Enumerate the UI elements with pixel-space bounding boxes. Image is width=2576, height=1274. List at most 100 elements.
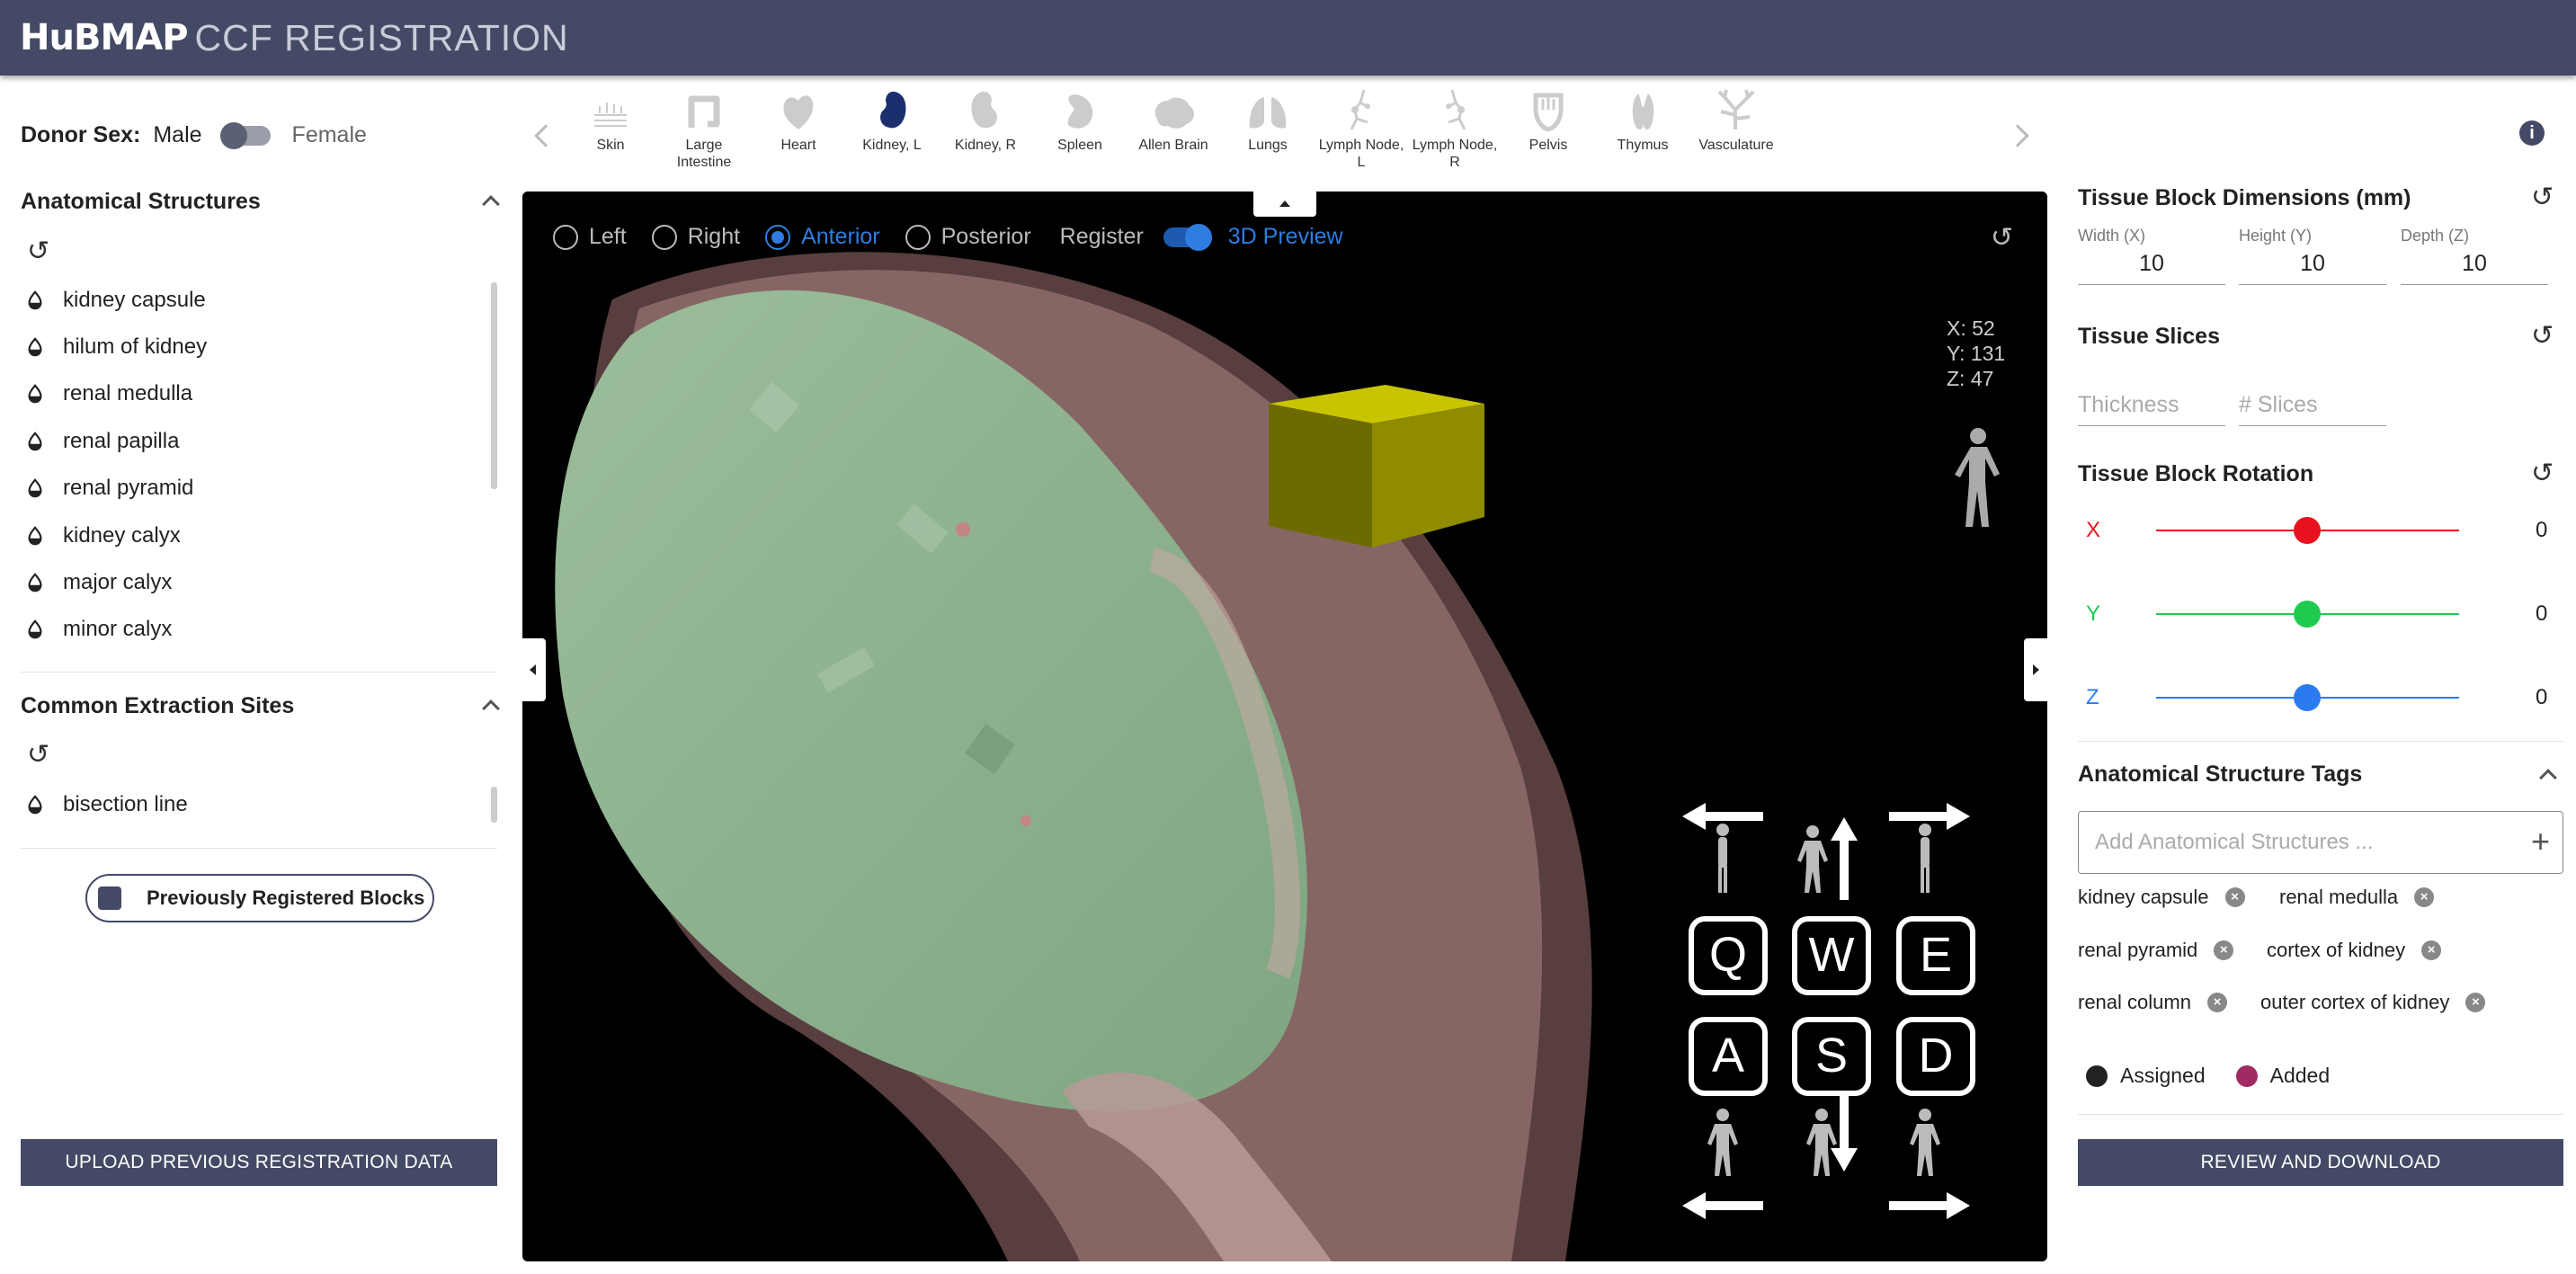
collapse-tags-icon[interactable] — [2539, 769, 2557, 787]
collapse-extraction-icon[interactable] — [482, 699, 500, 717]
organ-lymph-node-r[interactable]: Lymph Node, R — [1410, 86, 1500, 171]
list-item[interactable]: renal pyramid — [25, 476, 193, 501]
collapse-left-tab[interactable] — [522, 638, 546, 701]
structure-tag: outer cortex of kidney × — [2260, 991, 2486, 1014]
organ-label: Large Intestine — [676, 138, 732, 170]
width-value[interactable]: 10 — [2078, 245, 2225, 285]
reset-dimensions-icon[interactable]: ↺ — [2531, 182, 2554, 213]
reset-extraction-icon[interactable]: ↺ — [27, 739, 49, 771]
body-orientation-icon — [1955, 428, 2000, 527]
review-download-button[interactable]: REVIEW AND DOWNLOAD — [2078, 1139, 2563, 1186]
collapse-top-tab[interactable] — [1253, 192, 1316, 217]
list-item[interactable]: major calyx — [25, 570, 172, 595]
depth-field[interactable]: Depth (Z) 10 — [2401, 227, 2548, 285]
anatomical-structures-heading[interactable]: Anatomical Structures — [21, 189, 261, 215]
organ-allen-brain[interactable]: Allen Brain — [1128, 86, 1218, 154]
reset-rotation-icon[interactable]: ↺ — [2531, 458, 2554, 489]
remove-tag-icon[interactable]: × — [2206, 993, 2227, 1012]
height-field[interactable]: Height (Y) 10 — [2239, 227, 2386, 285]
view-right-option[interactable]: Right — [651, 224, 740, 250]
organ-kidney-l[interactable]: Kidney, L — [847, 86, 937, 154]
opacity-icon[interactable] — [25, 290, 45, 310]
extraction-sites-heading[interactable]: Common Extraction Sites — [21, 693, 294, 719]
hubmap-logo[interactable]: HuBMAP — [20, 17, 189, 58]
upload-registration-button[interactable]: UPLOAD PREVIOUS REGISTRATION DATA — [21, 1139, 497, 1186]
organ-skin[interactable]: Skin — [566, 86, 655, 154]
anatomical-scrollbar[interactable] — [491, 282, 497, 489]
list-item[interactable]: kidney calyx — [25, 523, 181, 548]
opacity-icon[interactable] — [25, 337, 45, 357]
collapse-right-tab[interactable] — [2024, 638, 2047, 701]
structure-label: minor calyx — [63, 617, 173, 641]
rotation-y-thumb[interactable] — [2294, 601, 2321, 628]
thymus-icon — [1598, 86, 1688, 131]
list-item[interactable]: bisection line — [25, 792, 188, 817]
opacity-icon[interactable] — [25, 795, 45, 815]
slices-input[interactable]: # Slices — [2239, 392, 2386, 426]
organ-heart[interactable]: Heart — [753, 86, 843, 154]
extraction-scrollbar[interactable] — [491, 787, 497, 823]
opacity-icon[interactable] — [25, 432, 45, 451]
organ-vasculature[interactable]: Vasculature — [1691, 86, 1781, 154]
brain-icon — [1128, 86, 1218, 131]
view-left-option[interactable]: Left — [553, 224, 627, 250]
organ-pelvis[interactable]: Pelvis — [1503, 86, 1593, 154]
organ-thymus[interactable]: Thymus — [1598, 86, 1688, 154]
female-option[interactable]: Female — [292, 122, 367, 148]
list-item[interactable]: minor calyx — [25, 617, 172, 642]
collapse-anatomical-icon[interactable] — [482, 195, 500, 213]
key-a[interactable]: A — [1689, 1017, 1768, 1096]
reset-view-icon[interactable]: ↺ — [1991, 222, 2013, 254]
preview-toggle[interactable] — [1163, 223, 1212, 251]
key-e[interactable]: E — [1896, 916, 1975, 995]
opacity-icon[interactable] — [25, 573, 45, 592]
donor-sex-toggle[interactable] — [219, 121, 271, 149]
reset-anatomical-icon[interactable]: ↺ — [27, 236, 49, 267]
add-structure-input[interactable]: Add Anatomical Structures ... + — [2078, 811, 2563, 874]
opacity-icon[interactable] — [25, 478, 45, 498]
view-anterior-option[interactable]: Anterior — [765, 224, 880, 250]
remove-tag-icon[interactable]: × — [2414, 887, 2435, 907]
structure-tags-heading[interactable]: Anatomical Structure Tags — [2078, 762, 2362, 788]
list-item[interactable]: kidney capsule — [25, 288, 206, 313]
thickness-input[interactable]: Thickness — [2078, 392, 2225, 426]
list-item[interactable]: renal papilla — [25, 429, 179, 454]
radio-left[interactable] — [553, 224, 578, 250]
radio-right[interactable] — [651, 224, 677, 250]
organ-scroll-left-icon[interactable] — [534, 124, 557, 147]
remove-tag-icon[interactable]: × — [2421, 940, 2442, 960]
radio-anterior[interactable] — [765, 224, 791, 250]
organ-lungs[interactable]: Lungs — [1223, 86, 1313, 154]
organ-spleen[interactable]: Spleen — [1035, 86, 1125, 154]
arrow-down-icon — [1831, 1091, 1858, 1172]
preview-label: 3D Preview — [1227, 224, 1343, 249]
rotation-z-thumb[interactable] — [2294, 684, 2321, 711]
reset-slices-icon[interactable]: ↺ — [2531, 320, 2554, 352]
rotation-x-thumb[interactable] — [2294, 517, 2321, 544]
previously-registered-blocks-button[interactable]: Previously Registered Blocks — [85, 874, 434, 922]
organ-scroll-right-icon[interactable] — [2006, 124, 2029, 147]
view-posterior-option[interactable]: Posterior — [905, 224, 1031, 250]
organ-lymph-node-l[interactable]: Lymph Node, L — [1316, 86, 1406, 171]
organ-large-intestine[interactable]: Large Intestine — [659, 86, 749, 171]
key-w[interactable]: W — [1792, 916, 1871, 995]
remove-tag-icon[interactable]: × — [2214, 940, 2234, 960]
3d-viewer[interactable]: Left Right Anterior Posterior Register 3… — [522, 192, 2047, 1261]
remove-tag-icon[interactable]: × — [2465, 993, 2486, 1012]
height-value[interactable]: 10 — [2239, 245, 2386, 285]
organ-kidney-r[interactable]: Kidney, R — [940, 86, 1030, 154]
depth-value[interactable]: 10 — [2401, 245, 2548, 285]
opacity-icon[interactable] — [25, 619, 45, 639]
list-item[interactable]: hilum of kidney — [25, 334, 207, 360]
width-field[interactable]: Width (X) 10 — [2078, 227, 2225, 285]
list-item[interactable]: renal medulla — [25, 381, 192, 406]
key-q[interactable]: Q — [1689, 916, 1768, 995]
radio-posterior[interactable] — [905, 224, 931, 250]
remove-tag-icon[interactable]: × — [2224, 887, 2245, 907]
key-d[interactable]: D — [1896, 1017, 1975, 1096]
key-s[interactable]: S — [1792, 1017, 1871, 1096]
opacity-icon[interactable] — [25, 526, 45, 546]
opacity-icon[interactable] — [25, 384, 45, 404]
male-option[interactable]: Male — [153, 122, 201, 148]
add-tag-icon[interactable]: + — [2531, 823, 2550, 860]
